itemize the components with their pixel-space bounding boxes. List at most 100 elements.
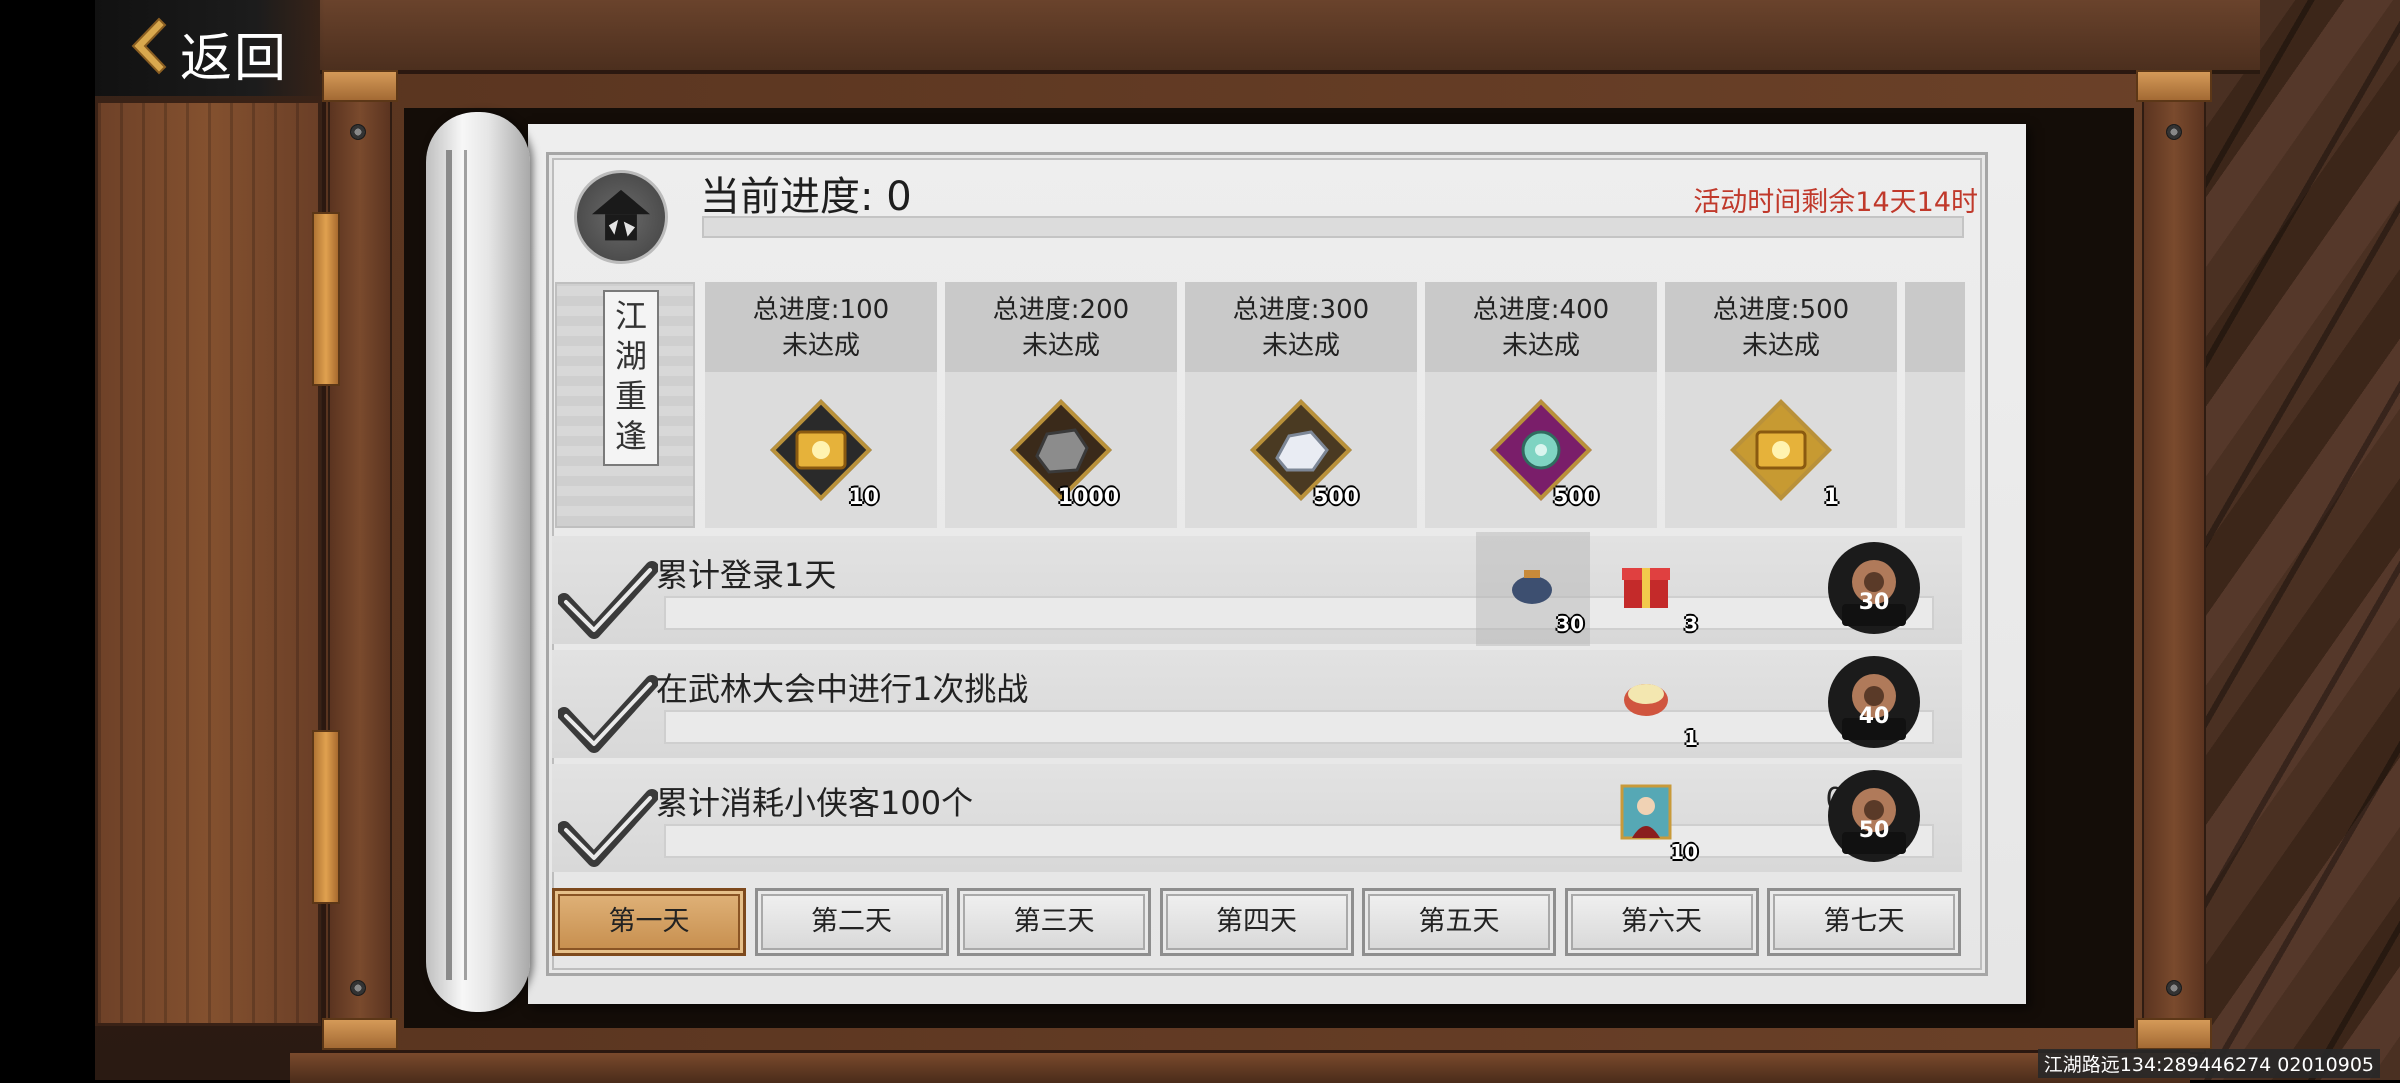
reward-image bbox=[1023, 412, 1099, 492]
task-progress-bar bbox=[664, 710, 1934, 744]
task-name: 在武林大会中进行1次挑战 bbox=[656, 670, 1029, 708]
reward-image bbox=[1608, 774, 1684, 850]
back-button[interactable]: 返回 bbox=[95, 0, 325, 96]
milestone-requirement: 总进度:500 bbox=[1712, 295, 1850, 325]
reward-quantity: 10 bbox=[1670, 840, 1698, 864]
reward-quantity: 10 bbox=[848, 485, 879, 510]
post-cap bbox=[2136, 70, 2212, 102]
milestone-status: 未达成 bbox=[1501, 331, 1580, 361]
reward-image bbox=[783, 412, 859, 492]
activity-points-icon[interactable]: 40 bbox=[1824, 652, 1924, 752]
footer-info: 江湖路远134:289446274 02010905 bbox=[2037, 1049, 2380, 1078]
checkmark-icon bbox=[558, 675, 658, 753]
milestone-status: 未达成 bbox=[1741, 331, 1820, 361]
nail bbox=[2166, 124, 2182, 140]
nail bbox=[350, 124, 366, 140]
medallion-icon bbox=[1828, 542, 1920, 634]
milestone-requirement: 总 bbox=[1905, 282, 1965, 328]
milestone-status: 未达成 bbox=[1261, 331, 1340, 361]
nail bbox=[350, 980, 366, 996]
tab-day-2[interactable]: 第二天 bbox=[754, 888, 949, 956]
reward-image bbox=[1494, 546, 1570, 622]
milestone-header: 总 bbox=[1905, 282, 1965, 372]
tab-day-7[interactable]: 第七天 bbox=[1767, 888, 1961, 956]
tab-day-3[interactable]: 第三天 bbox=[957, 888, 1151, 956]
milestone-status: 未达成 bbox=[781, 331, 860, 361]
milestone-header: 总进度:400 未达成 bbox=[1425, 282, 1657, 372]
reward-quantity: 3 bbox=[1684, 612, 1698, 636]
scroll-roller bbox=[426, 112, 530, 1012]
reward-image bbox=[1608, 660, 1684, 736]
milestone-requirement: 总进度:300 bbox=[1232, 295, 1370, 325]
event-title-char: 湖 bbox=[614, 337, 647, 375]
milestone-strip[interactable]: 江 湖 重 逢 总进度:100 未达成 10 总进度:200 未达成 1000 bbox=[555, 282, 1965, 528]
medallion-icon bbox=[1828, 770, 1920, 862]
golden-scroll-icon[interactable]: 10 bbox=[769, 398, 879, 510]
reward-quantity: 1 bbox=[1684, 726, 1698, 750]
jade-pendant-icon[interactable]: 500 bbox=[1489, 398, 1599, 510]
tab-day-4[interactable]: 第四天 bbox=[1159, 888, 1354, 956]
task-name: 累计消耗小侠客100个 bbox=[656, 784, 974, 822]
points-value: 40 bbox=[1858, 704, 1890, 729]
tab-day-1[interactable]: 第一天 bbox=[552, 888, 746, 956]
event-title-char: 江 bbox=[614, 297, 647, 335]
roller-groove bbox=[464, 150, 467, 980]
post-cap bbox=[2136, 1018, 2212, 1050]
reward-quantity: 500 bbox=[1553, 485, 1599, 510]
reward-image bbox=[1503, 412, 1579, 492]
reward-image bbox=[1743, 412, 1819, 492]
points-value: 50 bbox=[1858, 818, 1890, 843]
event-title-card: 江 湖 重 逢 bbox=[603, 290, 659, 466]
overall-progress-bar bbox=[702, 216, 1964, 238]
hinge bbox=[312, 730, 340, 904]
wooden-beam-top bbox=[320, 0, 2260, 74]
nail bbox=[2166, 980, 2182, 996]
chevron-left-icon bbox=[131, 17, 167, 75]
tab-day-6[interactable]: 第六天 bbox=[1564, 888, 1759, 956]
milestone-card[interactable]: 总进度:500 未达成 1 bbox=[1665, 282, 1897, 528]
cabinet-post-right bbox=[2142, 90, 2206, 1054]
milestone-status: 未达成 bbox=[1021, 331, 1100, 361]
progress-label-text: 当前进度 bbox=[700, 174, 860, 220]
task-row: 累计消耗小侠客100个 0/100 10 50 bbox=[552, 764, 1962, 874]
reward-image bbox=[1263, 412, 1339, 492]
milestone-header: 总进度:300 未达成 bbox=[1185, 282, 1417, 372]
milestone-requirement: 总进度:100 bbox=[752, 295, 890, 325]
time-remaining: 活动时间剩余14天14时 bbox=[1693, 187, 1978, 218]
milestone-card[interactable]: 总进度:400 未达成 500 bbox=[1425, 282, 1657, 528]
gift-box-icon[interactable]: 3 bbox=[1590, 532, 1704, 646]
back-label: 返回 bbox=[180, 29, 289, 89]
reward-quantity: 1000 bbox=[1057, 485, 1119, 510]
reward-image bbox=[1608, 546, 1684, 622]
milestone-header: 总进度:500 未达成 bbox=[1665, 282, 1897, 372]
post-cap bbox=[322, 70, 398, 102]
hero-portrait-icon[interactable]: 10 bbox=[1590, 760, 1704, 874]
cabinet-door-left bbox=[95, 100, 321, 1026]
iron-ore-icon[interactable]: 1000 bbox=[1009, 398, 1119, 510]
reward-quantity: 500 bbox=[1313, 485, 1359, 510]
task-name: 累计登录1天 bbox=[656, 556, 837, 594]
activity-points-icon[interactable]: 50 bbox=[1824, 766, 1924, 866]
post-cap bbox=[322, 1018, 398, 1050]
activity-points-icon[interactable]: 30 bbox=[1824, 538, 1924, 638]
progress-separator: : bbox=[860, 174, 874, 220]
tab-day-5[interactable]: 第五天 bbox=[1362, 888, 1556, 956]
task-progress-bar bbox=[664, 824, 1934, 858]
bottom-plank bbox=[290, 1050, 2190, 1083]
milestone-card[interactable]: 总进度:100 未达成 10 bbox=[705, 282, 937, 528]
drum-icon[interactable]: 1 bbox=[1590, 646, 1704, 760]
milestone-card[interactable]: 总进度:200 未达成 1000 bbox=[945, 282, 1177, 528]
silver-ore-icon[interactable]: 500 bbox=[1249, 398, 1359, 510]
milestone-requirement: 总进度:200 bbox=[992, 295, 1130, 325]
milestone-card[interactable]: 总进度:300 未达成 500 bbox=[1185, 282, 1417, 528]
milestone-card[interactable]: 总 bbox=[1905, 282, 1965, 528]
checkmark-icon bbox=[558, 789, 658, 867]
golden-scroll-icon[interactable]: 1 bbox=[1729, 398, 1839, 510]
task-progress-bar bbox=[664, 596, 1934, 630]
event-title-char: 逢 bbox=[614, 417, 647, 455]
points-value: 30 bbox=[1858, 590, 1890, 615]
task-row: 在武林大会中进行1次挑战 0/1 1 40 bbox=[552, 650, 1962, 760]
milestone-header: 总进度:200 未达成 bbox=[945, 282, 1177, 372]
teapot-icon[interactable]: 30 bbox=[1476, 532, 1590, 646]
current-progress: 当前进度: 0 bbox=[700, 164, 912, 222]
